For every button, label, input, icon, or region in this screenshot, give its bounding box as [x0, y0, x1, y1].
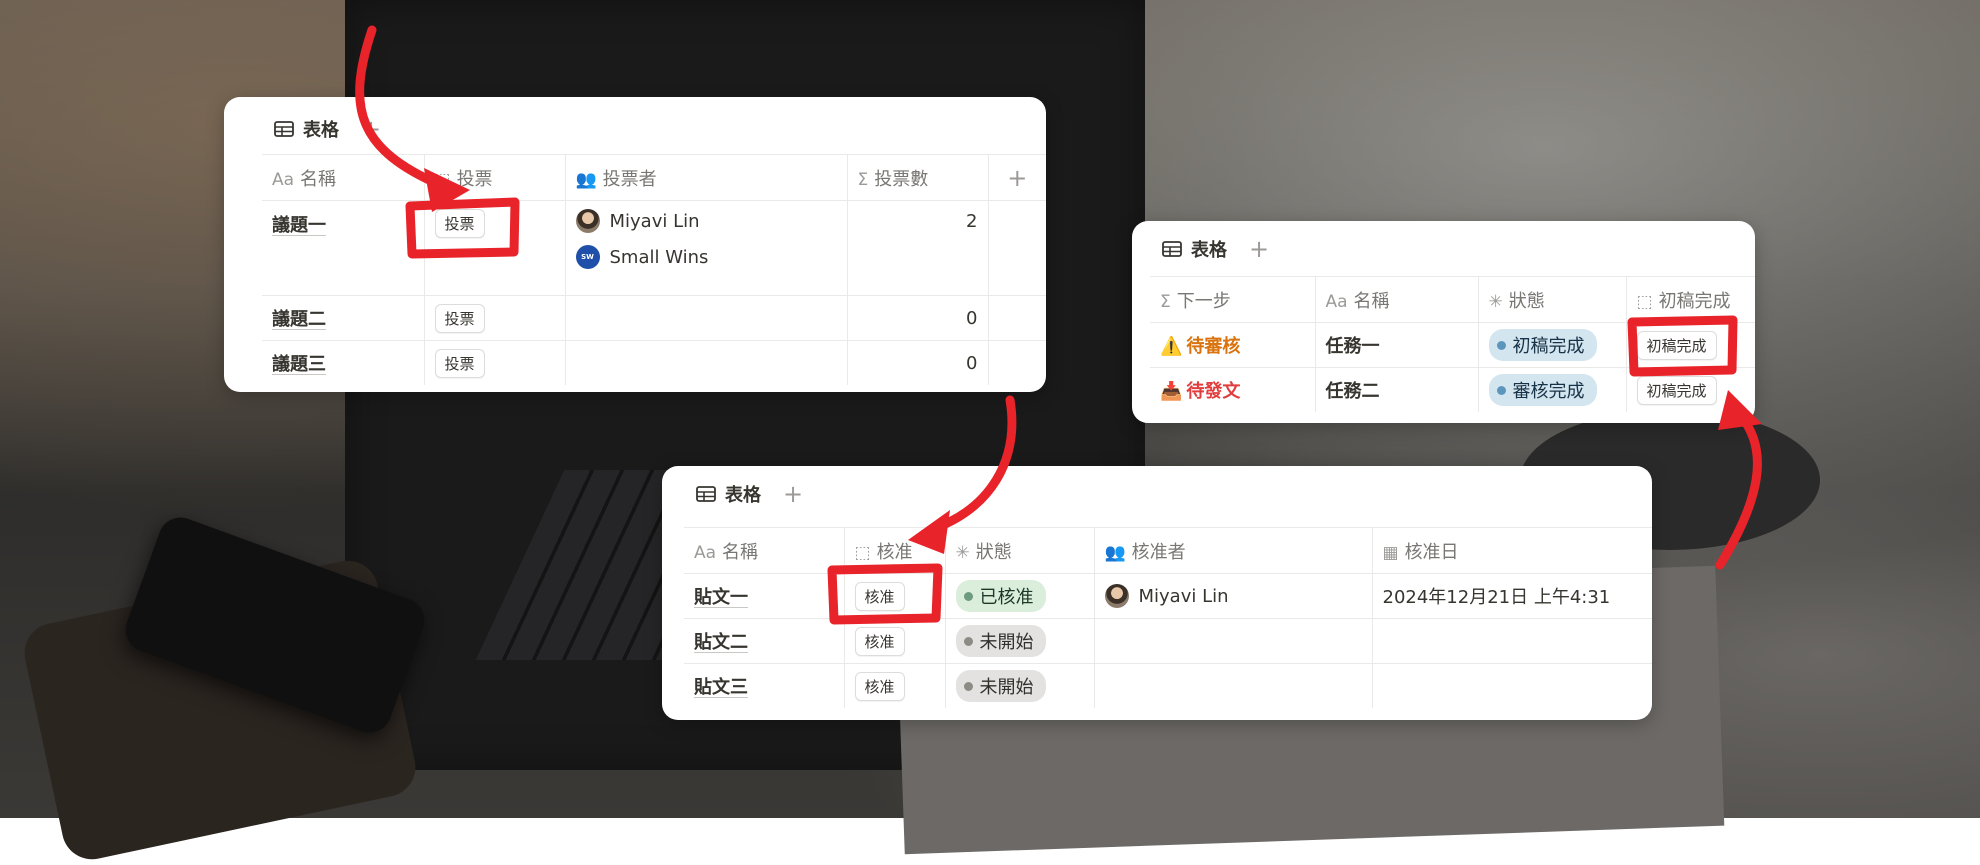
- status-spinner-icon: ✳: [955, 542, 970, 563]
- header-row: Aa 名稱 ⬚ 核准 ✳ 狀態 👥 核准者 ▦ 核准日: [684, 527, 1652, 574]
- count-cell: 2: [847, 200, 989, 296]
- col-header-approver[interactable]: 👥 核准者: [1094, 527, 1373, 574]
- table-row: 議題二 投票 0: [262, 295, 1046, 341]
- draft-done-button[interactable]: 初稿完成: [1636, 375, 1717, 405]
- status-badge[interactable]: 已核准: [955, 580, 1046, 612]
- person-chip: SW Small Wins: [575, 239, 837, 275]
- header-row: Σ 下一步 Aa 名稱 ✳ 狀態 ⬚ 初稿完成: [1150, 276, 1755, 323]
- view-tab[interactable]: 表格 +: [274, 115, 381, 143]
- sigma-icon: Σ: [857, 169, 869, 190]
- table-row: 貼文二 核准 未開始: [684, 618, 1652, 664]
- status-badge[interactable]: 未開始: [955, 625, 1046, 657]
- votes-table-card: 表格 + Aa 名稱 ⬚ 投票 👥 投票者 Σ 投票數 + 議題一 投票 Miyavi …: [224, 97, 1046, 392]
- header-row: Aa 名稱 ⬚ 投票 👥 投票者 Σ 投票數 +: [262, 154, 1046, 201]
- tasks-table-card: 表格 + Σ 下一步 Aa 名稱 ✳ 狀態 ⬚ 初稿完成 ⚠️ 待審核 任務一 初稿完成 …: [1132, 221, 1755, 423]
- table-row: 📥 待發文 任務二 審核完成 初稿完成: [1150, 367, 1755, 412]
- draft-done-button[interactable]: 初稿完成: [1636, 330, 1717, 360]
- votes-table: Aa 名稱 ⬚ 投票 👥 投票者 Σ 投票數 + 議題一 投票 Miyavi Lin S…: [262, 154, 1046, 385]
- avatar: [1104, 584, 1129, 608]
- warning-icon: ⚠️: [1160, 336, 1183, 357]
- person-chip: Miyavi Lin: [575, 203, 837, 239]
- approval-table-card: 表格 + Aa 名稱 ⬚ 核准 ✳ 狀態 👥 核准者 ▦ 核准日 貼文一 核准 已核准 M…: [662, 466, 1652, 720]
- status-badge[interactable]: 初稿完成: [1488, 329, 1597, 361]
- row-name[interactable]: 議題三: [262, 340, 425, 385]
- row-name[interactable]: 任務二: [1315, 367, 1479, 412]
- col-header-status[interactable]: ✳ 狀態: [1478, 276, 1627, 323]
- approver-cell[interactable]: [1094, 663, 1373, 708]
- avatar: SW: [575, 245, 600, 269]
- next-step-cell: ⚠️ 待審核: [1150, 322, 1316, 368]
- text-aa-icon: Aa: [1325, 291, 1348, 312]
- vote-button[interactable]: 投票: [434, 209, 485, 238]
- col-header-name[interactable]: Aa 名稱: [262, 154, 425, 201]
- row-name[interactable]: 貼文二: [684, 618, 845, 664]
- view-name: 表格: [1191, 240, 1227, 261]
- vote-button[interactable]: 投票: [434, 303, 485, 333]
- person-chip: Miyavi Lin: [1104, 578, 1362, 614]
- voters-cell[interactable]: [565, 295, 848, 341]
- approve-date-cell[interactable]: [1372, 663, 1652, 708]
- row-name[interactable]: 任務一: [1315, 322, 1479, 368]
- button-icon: ⬚: [854, 542, 871, 563]
- add-view-icon[interactable]: +: [361, 115, 381, 143]
- next-step-cell: 📥 待發文: [1150, 367, 1316, 412]
- view-tab[interactable]: 表格 +: [696, 480, 803, 508]
- view-tab[interactable]: 表格 +: [1162, 235, 1269, 263]
- table-row: 議題一 投票 Miyavi Lin SW Small Wins 2: [262, 200, 1046, 296]
- tasks-table: Σ 下一步 Aa 名稱 ✳ 狀態 ⬚ 初稿完成 ⚠️ 待審核 任務一 初稿完成 初稿完成 …: [1150, 276, 1755, 412]
- row-name[interactable]: 議題一: [262, 200, 425, 296]
- calendar-icon: ▦: [1382, 542, 1399, 563]
- approve-date-cell[interactable]: [1372, 618, 1652, 664]
- view-name: 表格: [303, 120, 339, 141]
- col-header-name[interactable]: Aa 名稱: [684, 527, 845, 574]
- text-aa-icon: Aa: [694, 542, 717, 563]
- voters-cell[interactable]: Miyavi Lin SW Small Wins: [565, 200, 848, 296]
- count-cell: 0: [847, 340, 989, 385]
- col-header-vote[interactable]: ⬚ 投票: [424, 154, 566, 201]
- table-row: 貼文三 核准 未開始: [684, 663, 1652, 708]
- add-column-icon[interactable]: +: [988, 154, 1046, 201]
- approver-cell[interactable]: [1094, 618, 1373, 664]
- row-name[interactable]: 貼文三: [684, 663, 845, 708]
- voters-cell[interactable]: [565, 340, 848, 385]
- approve-button[interactable]: 核准: [854, 626, 905, 656]
- col-header-voters[interactable]: 👥 投票者: [565, 154, 848, 201]
- table-row: ⚠️ 待審核 任務一 初稿完成 初稿完成: [1150, 322, 1755, 368]
- people-icon: 👥: [575, 169, 597, 190]
- sigma-icon: Σ: [1160, 291, 1171, 312]
- approve-button[interactable]: 核准: [854, 581, 905, 611]
- approve-date-cell[interactable]: 2024年12月21日 上午4:31: [1372, 573, 1652, 619]
- table-icon: [696, 486, 716, 502]
- button-icon: ⬚: [434, 169, 451, 190]
- approval-table: Aa 名稱 ⬚ 核准 ✳ 狀態 👥 核准者 ▦ 核准日 貼文一 核准 已核准 Miyavi…: [684, 527, 1652, 708]
- table-row: 貼文一 核准 已核准 Miyavi Lin 2024年12月21日 上午4:31: [684, 573, 1652, 619]
- col-header-next[interactable]: Σ 下一步: [1150, 276, 1316, 323]
- text-aa-icon: Aa: [272, 169, 295, 190]
- people-icon: 👥: [1104, 542, 1126, 563]
- add-view-icon[interactable]: +: [1249, 235, 1269, 263]
- add-view-icon[interactable]: +: [783, 480, 803, 508]
- col-header-count[interactable]: Σ 投票數: [847, 154, 989, 201]
- table-icon: [1162, 241, 1182, 257]
- inbox-tray-icon: 📥: [1160, 381, 1183, 402]
- status-spinner-icon: ✳: [1488, 291, 1503, 312]
- row-name[interactable]: 議題二: [262, 295, 425, 341]
- table-icon: [274, 121, 294, 137]
- approver-cell[interactable]: Miyavi Lin: [1094, 573, 1373, 619]
- row-name[interactable]: 貼文一: [684, 573, 845, 619]
- col-header-name[interactable]: Aa 名稱: [1315, 276, 1479, 323]
- view-name: 表格: [725, 485, 761, 506]
- col-header-approve[interactable]: ⬚ 核准: [844, 527, 946, 574]
- col-header-approve-date[interactable]: ▦ 核准日: [1372, 527, 1652, 574]
- count-cell: 0: [847, 295, 989, 341]
- table-row: 議題三 投票 0: [262, 340, 1046, 385]
- avatar: [575, 209, 600, 233]
- col-header-draft-done[interactable]: ⬚ 初稿完成: [1626, 276, 1755, 323]
- approve-button[interactable]: 核准: [854, 671, 905, 701]
- status-badge[interactable]: 審核完成: [1488, 374, 1597, 406]
- col-header-status[interactable]: ✳ 狀態: [945, 527, 1095, 574]
- button-icon: ⬚: [1636, 291, 1653, 312]
- status-badge[interactable]: 未開始: [955, 670, 1046, 702]
- vote-button[interactable]: 投票: [434, 348, 485, 378]
